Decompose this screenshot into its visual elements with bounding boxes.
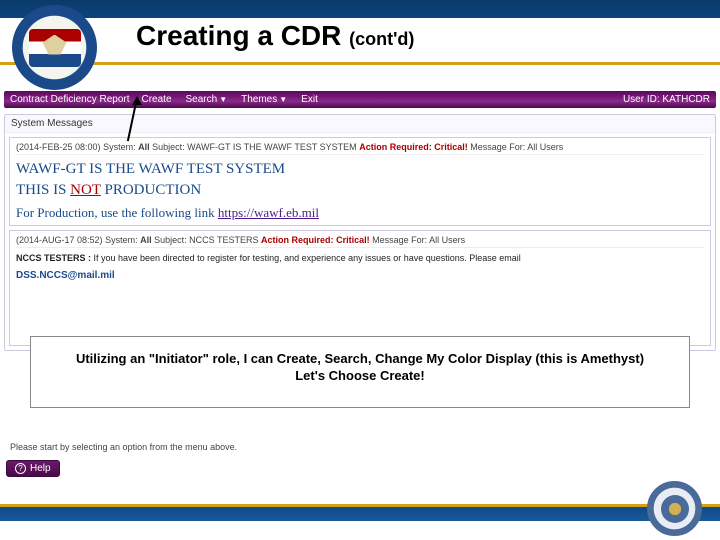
message-prod-link-line: For Production, use the following link h… xyxy=(16,205,704,221)
system-messages-panel: System Messages (2014-FEB-25 08:00) Syst… xyxy=(4,114,716,351)
menu-themes[interactable]: Themes▼ xyxy=(241,94,287,105)
message-email: DSS.NCCS@mail.mil xyxy=(16,270,115,281)
menu-search[interactable]: Search▼ xyxy=(186,94,228,105)
start-instruction: Please start by selecting an option from… xyxy=(10,442,237,452)
production-link[interactable]: https://wawf.eb.mil xyxy=(218,205,319,220)
message-meta: (2014-FEB-25 08:00) System: All Subject:… xyxy=(16,142,704,155)
chevron-down-icon: ▼ xyxy=(279,95,287,104)
slide-footer xyxy=(0,504,720,540)
system-message-1: (2014-FEB-25 08:00) System: All Subject:… xyxy=(9,137,711,226)
title-contd: (cont'd) xyxy=(349,29,414,49)
menu-exit[interactable]: Exit xyxy=(301,94,318,105)
help-button[interactable]: ? Help xyxy=(6,460,60,477)
chevron-down-icon: ▼ xyxy=(219,95,227,104)
message-body: NCCS TESTERS : If you have been directed… xyxy=(16,252,704,266)
system-messages-header: System Messages xyxy=(5,115,715,133)
callout-line-1: Utilizing an "Initiator" role, I can Cre… xyxy=(47,351,673,366)
dod-seal-icon xyxy=(647,481,702,536)
menu-create[interactable]: Create xyxy=(142,94,172,105)
app-menubar: Contract Deficiency Report Create Search… xyxy=(4,91,716,108)
help-icon: ? xyxy=(15,463,26,474)
slide-title: Creating a CDR (cont'd) xyxy=(130,18,420,52)
callout-line-2: Let's Choose Create! xyxy=(47,368,673,383)
divider-gold xyxy=(0,62,720,65)
user-id-label: User ID: KATHCDR xyxy=(623,94,710,105)
agency-seal-icon xyxy=(12,5,97,90)
message-headline: WAWF-GT IS THE WAWF TEST SYSTEM THIS IS … xyxy=(16,159,704,201)
message-meta: (2014-AUG-17 08:52) System: All Subject:… xyxy=(16,235,704,248)
app-label: Contract Deficiency Report xyxy=(10,94,130,105)
instruction-callout: Utilizing an "Initiator" role, I can Cre… xyxy=(30,336,690,408)
title-main: Creating a CDR xyxy=(136,20,349,51)
system-message-2: (2014-AUG-17 08:52) System: All Subject:… xyxy=(9,230,711,346)
